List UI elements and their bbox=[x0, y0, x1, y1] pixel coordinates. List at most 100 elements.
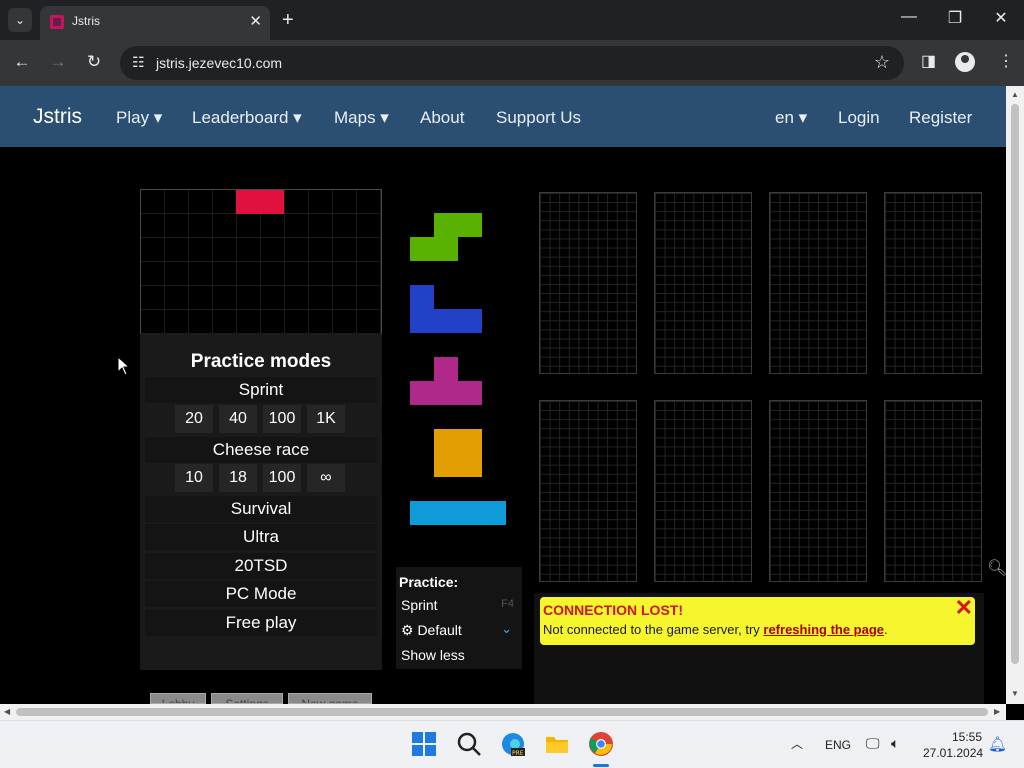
file-explorer-icon[interactable] bbox=[544, 731, 570, 757]
opponent-board bbox=[769, 192, 867, 374]
site-navbar: Jstris Play ▾ Leaderboard ▾ Maps ▾ About… bbox=[0, 86, 1006, 147]
show-less-button[interactable]: Show less bbox=[401, 647, 465, 663]
new-game-button[interactable]: New game bbox=[288, 693, 372, 704]
cheese-option-10[interactable]: 10 bbox=[175, 464, 213, 492]
vertical-scroll-thumb[interactable] bbox=[1011, 104, 1019, 664]
connection-lost-alert: CONNECTION LOST! Not connected to the ga… bbox=[540, 595, 975, 645]
nav-language[interactable]: en ▾ bbox=[775, 108, 807, 128]
jstris-favicon-icon bbox=[50, 15, 64, 29]
mouse-cursor-icon bbox=[117, 356, 129, 376]
mode-free-play[interactable]: Free play bbox=[145, 610, 377, 636]
nav-leaderboard[interactable]: Leaderboard ▾ bbox=[192, 108, 302, 128]
url-text[interactable]: jstris.jezevec10.com bbox=[156, 55, 282, 71]
mode-survival[interactable]: Survival bbox=[145, 496, 377, 522]
tab-search-icon[interactable]: ⌄ bbox=[8, 8, 32, 32]
practice-modes-menu: Practice modes Sprint 20 40 100 1K Chees… bbox=[140, 334, 382, 670]
clock-date[interactable]: 27.01.2024 bbox=[923, 746, 983, 760]
opponent-board bbox=[539, 400, 637, 582]
horizontal-scroll-thumb[interactable] bbox=[16, 708, 988, 716]
game-board[interactable] bbox=[140, 189, 382, 334]
practice-mode-sprint[interactable]: Sprint bbox=[401, 597, 438, 613]
nav-register[interactable]: Register bbox=[909, 108, 972, 128]
sidebar-icon[interactable]: ◨ bbox=[921, 51, 936, 71]
sprint-option-100[interactable]: 100 bbox=[263, 405, 301, 433]
nav-support[interactable]: Support Us bbox=[496, 108, 581, 128]
reload-icon[interactable]: ↻ bbox=[82, 52, 106, 72]
star-icon[interactable]: ☆ bbox=[874, 52, 890, 73]
forward-icon[interactable]: → bbox=[46, 52, 70, 72]
mode-pc[interactable]: PC Mode bbox=[145, 581, 377, 607]
lobby-button[interactable]: Lobby bbox=[150, 693, 206, 704]
address-bar[interactable]: ☷ jstris.jezevec10.com ☆ bbox=[120, 46, 904, 80]
queue-piece-i bbox=[410, 501, 506, 525]
restore-icon[interactable]: ❐ bbox=[943, 8, 967, 28]
opponent-board bbox=[769, 400, 867, 582]
mode-sprint[interactable]: Sprint bbox=[145, 377, 377, 403]
queue-piece-o bbox=[434, 429, 482, 477]
language-indicator[interactable]: ENG bbox=[825, 738, 851, 752]
chevron-up-icon[interactable]: ︿ bbox=[791, 735, 803, 752]
alert-title: CONNECTION LOST! bbox=[543, 602, 683, 618]
close-window-icon[interactable]: ✕ bbox=[989, 8, 1013, 28]
nav-play[interactable]: Play ▾ bbox=[116, 108, 162, 128]
edge-icon[interactable]: PRE bbox=[500, 731, 526, 757]
opponent-board bbox=[884, 192, 982, 374]
clock-time[interactable]: 15:55 bbox=[952, 730, 982, 744]
chevron-down-icon[interactable]: ⌄ bbox=[501, 621, 512, 637]
alert-message-suffix: . bbox=[884, 622, 888, 637]
practice-modes-title: Practice modes bbox=[190, 351, 332, 372]
close-icon[interactable]: ✕ bbox=[955, 595, 973, 621]
network-icon[interactable]: 🖵︎ bbox=[866, 735, 880, 752]
opponent-board bbox=[884, 400, 982, 582]
nav-maps[interactable]: Maps ▾ bbox=[334, 108, 389, 128]
active-piece bbox=[236, 190, 284, 214]
profile-icon[interactable] bbox=[955, 52, 975, 72]
mode-20tsd[interactable]: 20TSD bbox=[145, 553, 377, 579]
settings-button[interactable]: Settings bbox=[211, 693, 283, 704]
vertical-scrollbar[interactable]: ▲ ▼ bbox=[1006, 86, 1024, 704]
sprint-option-20[interactable]: 20 bbox=[175, 405, 213, 433]
scroll-down-icon[interactable]: ▼ bbox=[1011, 689, 1019, 698]
opponent-board bbox=[539, 192, 637, 374]
alert-message-text: Not connected to the game server, try bbox=[543, 622, 764, 637]
cheese-option-100[interactable]: 100 bbox=[263, 464, 301, 492]
scroll-left-icon[interactable]: ◀ bbox=[4, 707, 10, 716]
cheese-option-infinite[interactable]: ∞ bbox=[307, 464, 345, 492]
search-icon[interactable] bbox=[456, 731, 482, 757]
mode-cheese-race[interactable]: Cheese race bbox=[145, 437, 377, 463]
zoom-icon[interactable]: 🔍︎ bbox=[987, 558, 1007, 578]
volume-icon[interactable]: 🔈︎ bbox=[891, 735, 899, 752]
windows-taskbar: PRE ︿ ENG 🖵︎ 🔈︎ 15:55 27.01.2024 🔔︎ bbox=[0, 720, 1024, 768]
tab-title: Jstris bbox=[72, 14, 100, 28]
close-icon[interactable]: ✕ bbox=[249, 12, 262, 30]
minimize-icon[interactable]: — bbox=[897, 8, 921, 26]
practice-panel: Practice: Sprint F4 ⚙ Default ⌄ Show les… bbox=[396, 567, 522, 669]
horizontal-scrollbar[interactable]: ◀ ▶ bbox=[0, 704, 1006, 720]
nav-login[interactable]: Login bbox=[838, 108, 880, 128]
brand-logo[interactable]: Jstris bbox=[33, 105, 82, 129]
opponent-board bbox=[654, 400, 752, 582]
nav-about[interactable]: About bbox=[420, 108, 464, 128]
back-icon[interactable]: ← bbox=[10, 52, 34, 72]
mode-ultra[interactable]: Ultra bbox=[145, 524, 377, 550]
windows-start-icon[interactable] bbox=[411, 731, 437, 757]
scroll-up-icon[interactable]: ▲ bbox=[1011, 90, 1019, 99]
site-info-icon[interactable]: ☷ bbox=[132, 54, 145, 71]
kebab-menu-icon[interactable]: ⋮ bbox=[998, 51, 1014, 71]
cheese-option-18[interactable]: 18 bbox=[219, 464, 257, 492]
practice-hotkey: F4 bbox=[501, 598, 514, 610]
bell-icon[interactable]: 🔔︎ bbox=[988, 735, 1007, 753]
scroll-right-icon[interactable]: ▶ bbox=[994, 707, 1000, 716]
opponent-board bbox=[654, 192, 752, 374]
browser-toolbar: ← → ↻ ☷ jstris.jezevec10.com ☆ ◨ ⋮ bbox=[0, 40, 1024, 86]
practice-settings-default[interactable]: ⚙ Default bbox=[401, 622, 462, 639]
sprint-option-1k[interactable]: 1K bbox=[307, 405, 345, 433]
plus-icon[interactable]: + bbox=[282, 8, 294, 32]
browser-tab[interactable]: Jstris ✕ bbox=[40, 6, 270, 40]
chrome-icon[interactable] bbox=[588, 731, 614, 757]
refresh-page-link[interactable]: refreshing the page bbox=[763, 622, 884, 637]
browser-tab-bar: ⌄ Jstris ✕ + — ❐ ✕ bbox=[0, 0, 1024, 40]
sprint-option-40[interactable]: 40 bbox=[219, 405, 257, 433]
alert-message: Not connected to the game server, try re… bbox=[543, 622, 888, 637]
active-app-indicator bbox=[593, 764, 609, 767]
